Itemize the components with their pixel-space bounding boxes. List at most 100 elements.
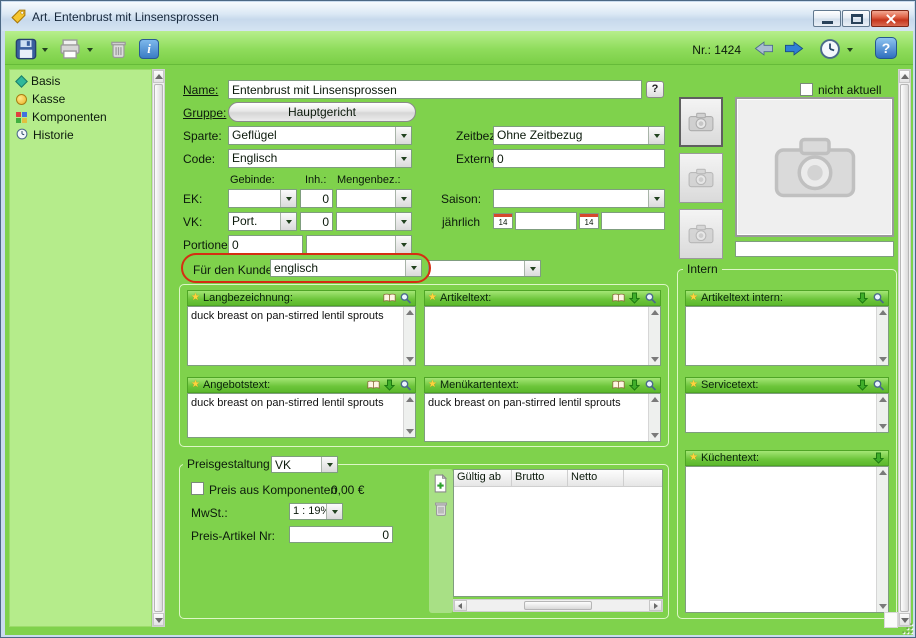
book-icon[interactable] — [612, 292, 625, 304]
menuekartentext-textarea[interactable]: duck breast on pan-stirred lentil sprout… — [424, 393, 661, 442]
scroll-up-icon[interactable] — [153, 70, 164, 83]
save-dropdown[interactable] — [40, 46, 50, 54]
chevron-down-icon[interactable] — [326, 504, 342, 519]
close-button[interactable] — [871, 10, 909, 27]
textarea-scrollbar[interactable] — [876, 307, 888, 365]
textarea-scrollbar[interactable] — [876, 467, 888, 612]
scroll-down-icon[interactable] — [879, 357, 887, 362]
ek-gebinde-dropdown[interactable] — [228, 189, 297, 208]
delete-row-button[interactable] — [433, 499, 448, 517]
code-dropdown[interactable]: Englisch — [228, 149, 412, 168]
textarea-scrollbar[interactable] — [876, 394, 888, 432]
jaehrlich-bis-input[interactable] — [601, 212, 665, 230]
kuechentext-textarea[interactable] — [685, 466, 889, 613]
photo-thumbnail-3[interactable] — [679, 209, 723, 259]
main-scrollbar[interactable] — [898, 69, 911, 627]
col-netto[interactable]: Netto — [568, 470, 624, 487]
scroll-up-icon[interactable] — [879, 470, 887, 475]
externe-nr-input[interactable] — [493, 149, 665, 168]
chevron-down-icon[interactable] — [395, 127, 411, 144]
scroll-down-icon[interactable] — [406, 429, 414, 434]
scroll-down-icon[interactable] — [651, 357, 659, 362]
col-gueltig-ab[interactable]: Gültig ab — [454, 470, 512, 487]
history-dropdown[interactable] — [845, 46, 855, 54]
scroll-up-icon[interactable] — [406, 397, 414, 402]
scrollbar-thumb[interactable] — [154, 84, 163, 612]
zeitbezug-dropdown[interactable]: Ohne Zeitbezug — [493, 126, 665, 145]
chevron-down-icon[interactable] — [280, 213, 296, 230]
scroll-down-icon[interactable] — [879, 604, 887, 609]
sidebar-scrollbar[interactable] — [152, 69, 165, 627]
price-table[interactable]: Gültig ab Brutto Netto — [453, 469, 663, 597]
scroll-up-icon[interactable] — [651, 310, 659, 315]
scroll-down-icon[interactable] — [406, 357, 414, 362]
search-icon[interactable] — [644, 292, 657, 304]
book-icon[interactable] — [383, 292, 396, 304]
scrollbar-thumb[interactable] — [900, 84, 909, 612]
textarea-scrollbar[interactable] — [648, 307, 660, 365]
scroll-up-icon[interactable] — [899, 70, 910, 83]
photo-caption-input[interactable] — [735, 241, 894, 257]
transfer-down-icon[interactable] — [628, 292, 641, 304]
save-button[interactable] — [15, 38, 37, 60]
scroll-down-icon[interactable] — [651, 433, 659, 438]
preis-artikel-input[interactable] — [289, 526, 393, 543]
scroll-left-icon[interactable] — [454, 600, 467, 611]
jaehrlich-von-input[interactable] — [515, 212, 577, 230]
title-bar[interactable]: Art. Entenbrust mit Linsensprossen — [2, 2, 914, 31]
search-icon[interactable] — [872, 379, 885, 391]
vk-mengenbez-dropdown[interactable] — [336, 212, 412, 231]
preis-aus-komponenten-checkbox[interactable] — [191, 482, 204, 495]
textarea-scrollbar[interactable] — [403, 394, 415, 437]
delete-button[interactable] — [109, 39, 127, 59]
chevron-down-icon[interactable] — [524, 261, 540, 276]
photo-preview[interactable] — [735, 97, 894, 237]
scroll-up-icon[interactable] — [406, 310, 414, 315]
calendar-icon[interactable]: 14 — [579, 213, 599, 229]
chevron-down-icon[interactable] — [321, 457, 337, 472]
artikeltext-intern-textarea[interactable] — [685, 306, 889, 366]
ek-mengenbez-dropdown[interactable] — [336, 189, 412, 208]
col-brutto[interactable]: Brutto — [512, 470, 568, 487]
scroll-up-icon[interactable] — [651, 397, 659, 402]
angebotstext-textarea[interactable]: duck breast on pan-stirred lentil sprout… — [187, 393, 416, 438]
calendar-icon[interactable]: 14 — [493, 213, 513, 229]
name-input[interactable] — [228, 80, 642, 99]
chevron-down-icon[interactable] — [648, 127, 664, 144]
search-icon[interactable] — [644, 379, 657, 391]
zusatz-dropdown[interactable] — [428, 260, 541, 277]
print-button[interactable] — [59, 38, 81, 60]
table-hscrollbar[interactable] — [453, 599, 663, 612]
ek-inh-input[interactable] — [300, 189, 333, 208]
chevron-down-icon[interactable] — [395, 150, 411, 167]
info-button[interactable]: i — [139, 39, 159, 59]
book-icon[interactable] — [367, 379, 380, 391]
sidebar-item-basis[interactable]: Basis — [15, 73, 60, 89]
price-table-body[interactable] — [454, 487, 662, 597]
scroll-up-icon[interactable] — [879, 310, 887, 315]
gruppe-button[interactable]: Hauptgericht — [228, 102, 416, 122]
chevron-down-icon[interactable] — [648, 190, 664, 207]
chevron-down-icon[interactable] — [280, 190, 296, 207]
sidebar-item-kasse[interactable]: Kasse — [16, 91, 65, 107]
chevron-down-icon[interactable] — [395, 190, 411, 207]
preis-modus-dropdown[interactable]: VK — [271, 456, 338, 473]
textarea-scrollbar[interactable] — [648, 394, 660, 441]
scroll-right-icon[interactable] — [649, 600, 662, 611]
textarea-scrollbar[interactable] — [403, 307, 415, 365]
sidebar-item-komponenten[interactable]: Komponenten — [16, 109, 107, 125]
transfer-down-icon[interactable] — [383, 379, 396, 391]
photo-thumbnail-1[interactable] — [679, 97, 723, 147]
scroll-up-icon[interactable] — [879, 397, 887, 402]
vk-inh-input[interactable] — [300, 212, 333, 231]
history-button[interactable] — [819, 38, 841, 60]
chevron-down-icon[interactable] — [395, 213, 411, 230]
maximize-button[interactable] — [842, 10, 870, 27]
transfer-down-icon[interactable] — [628, 379, 641, 391]
resize-grip[interactable] — [901, 621, 915, 635]
add-row-button[interactable] — [432, 473, 449, 493]
transfer-down-icon[interactable] — [872, 452, 885, 464]
book-icon[interactable] — [612, 379, 625, 391]
chevron-down-icon[interactable] — [405, 260, 421, 276]
transfer-down-icon[interactable] — [856, 379, 869, 391]
